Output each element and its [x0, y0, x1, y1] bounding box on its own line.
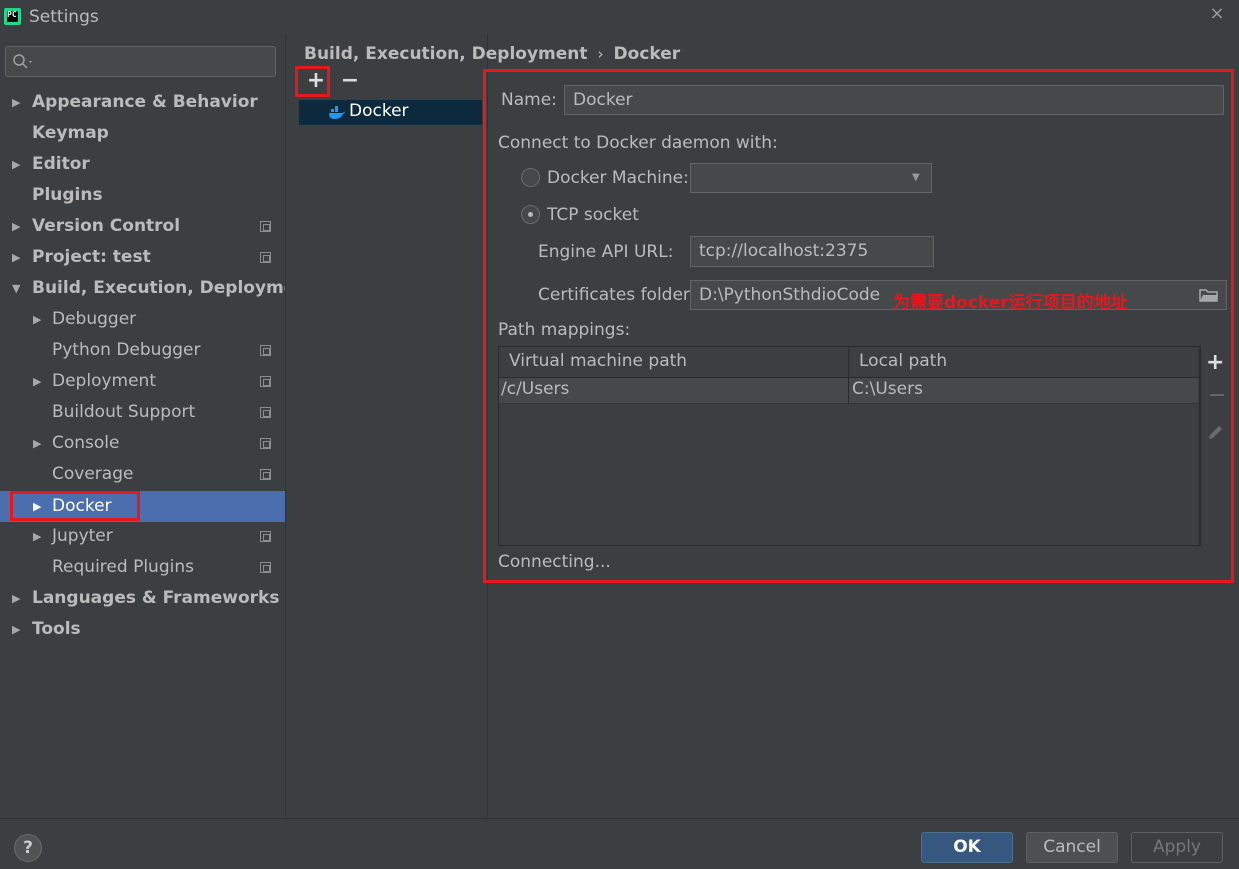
expand-arrow-icon[interactable]: ▶ — [33, 366, 41, 397]
expand-arrow-icon[interactable]: ▶ — [12, 211, 20, 242]
sidebar-item-label: Python Debugger — [52, 340, 201, 360]
title-bar — [0, 0, 1239, 34]
connect-label: Connect to Docker daemon with: — [498, 133, 778, 153]
apply-button[interactable]: Apply — [1131, 832, 1223, 863]
edit-pencil-icon[interactable] — [1206, 422, 1226, 442]
sidebar-item-coverage[interactable]: Coverage — [0, 459, 285, 490]
sidebar-item-label: Editor — [32, 154, 90, 174]
expand-arrow-icon[interactable]: ▶ — [12, 149, 20, 180]
help-button[interactable]: ? — [14, 834, 42, 862]
sidebar-item-editor[interactable]: ▶ Editor — [0, 149, 285, 180]
certificates-label: Certificates folder: — [538, 285, 696, 305]
project-level-icon — [260, 438, 271, 449]
docker-whale-icon — [329, 106, 345, 119]
window-title: Settings — [29, 7, 99, 27]
tcp-socket-label: TCP socket — [547, 205, 639, 225]
path-mappings-label: Path mappings: — [498, 320, 631, 340]
sidebar-item-label: Plugins — [32, 185, 103, 205]
docker-machine-radio[interactable] — [521, 168, 540, 187]
folder-icon[interactable] — [1199, 287, 1219, 303]
sidebar-item-label: Console — [52, 433, 120, 453]
sidebar-item-buildout-support[interactable]: Buildout Support — [0, 397, 285, 428]
docker-list-item-label: Docker — [349, 101, 409, 121]
project-level-icon — [260, 252, 271, 263]
sidebar-item-languages-frameworks[interactable]: ▶ Languages & Frameworks — [0, 583, 285, 614]
ok-button[interactable]: OK — [921, 832, 1013, 863]
sidebar-item-label: Version Control — [32, 216, 181, 236]
connection-status: Connecting... — [498, 552, 611, 572]
column-divider — [848, 347, 849, 403]
sidebar-item-keymap[interactable]: Keymap — [0, 118, 285, 149]
sidebar-item-label: Languages & Frameworks — [32, 588, 280, 608]
expand-arrow-icon[interactable]: ▶ — [33, 304, 41, 335]
sidebar-item-label: Deployment — [52, 371, 156, 391]
cancel-button[interactable]: Cancel — [1026, 832, 1118, 863]
sidebar-item-label: Tools — [32, 619, 81, 639]
sidebar-item-build-execution-deployment[interactable]: ▼ Build, Execution, Deployment — [0, 273, 316, 304]
project-level-icon — [260, 562, 271, 573]
project-level-icon — [260, 469, 271, 480]
add-mapping-button[interactable]: + — [1206, 350, 1224, 375]
docker-machine-select[interactable] — [690, 163, 932, 193]
collapse-arrow-icon[interactable]: ▼ — [12, 273, 20, 304]
table-toolbar — [1200, 346, 1230, 546]
breadcrumb-parent[interactable]: Build, Execution, Deployment — [304, 44, 588, 64]
expand-arrow-icon[interactable]: ▶ — [12, 614, 20, 645]
sidebar-item-label: Buildout Support — [52, 402, 196, 422]
sidebar-item-required-plugins[interactable]: Required Plugins — [0, 552, 285, 583]
docker-highlight-box — [10, 491, 140, 521]
project-level-icon — [260, 345, 271, 356]
remove-mapping-button[interactable]: − — [1208, 383, 1226, 408]
sidebar-item-appearance[interactable]: ▶ Appearance & Behavior — [0, 87, 285, 118]
name-label: Name: — [501, 90, 557, 110]
tcp-socket-radio[interactable] — [521, 205, 540, 224]
breadcrumb-separator-icon: › — [597, 45, 604, 63]
search-icon — [13, 54, 32, 69]
engine-api-label: Engine API URL: — [538, 242, 674, 262]
sidebar-item-project[interactable]: ▶ Project: test — [0, 242, 285, 273]
sidebar-item-console[interactable]: ▶ Console — [0, 428, 285, 459]
engine-api-url-field[interactable]: tcp://localhost:2375 — [690, 236, 934, 267]
chevron-down-icon: ▼ — [912, 172, 920, 183]
expand-arrow-icon[interactable]: ▶ — [12, 242, 20, 273]
close-button[interactable]: × — [1207, 3, 1227, 27]
expand-arrow-icon[interactable]: ▶ — [33, 428, 41, 459]
search-input[interactable] — [5, 46, 276, 77]
sidebar-item-tools[interactable]: ▶ Tools — [0, 614, 285, 645]
sidebar-item-jupyter[interactable]: ▶ Jupyter — [0, 521, 285, 552]
project-level-icon — [260, 221, 271, 232]
cell-local-path[interactable]: C:\Users — [852, 379, 923, 399]
expand-arrow-icon[interactable]: ▶ — [33, 521, 41, 552]
sidebar-item-debugger[interactable]: ▶ Debugger — [0, 304, 285, 335]
sidebar-item-label: Project: test — [32, 247, 151, 267]
annotation-text: 为需要docker运行项目的地址 — [893, 293, 1128, 313]
sidebar-item-label: Required Plugins — [52, 557, 194, 577]
docker-machine-label: Docker Machine: — [547, 168, 689, 188]
expand-arrow-icon[interactable]: ▶ — [12, 583, 20, 614]
sidebar-item-label: Build, Execution, Deployment — [32, 278, 316, 298]
breadcrumb: Build, Execution, Deployment › Docker — [304, 44, 680, 64]
sidebar-item-label: Keymap — [32, 123, 109, 143]
pycharm-logo-icon: PC — [4, 8, 21, 25]
add-highlight-box — [295, 66, 330, 97]
breadcrumb-current: Docker — [613, 44, 681, 64]
sidebar-item-label: Debugger — [52, 309, 137, 329]
sidebar-item-label: Jupyter — [52, 526, 113, 546]
project-level-icon — [260, 376, 271, 387]
sidebar-item-python-debugger[interactable]: Python Debugger — [0, 335, 285, 366]
cell-virtual-machine-path[interactable]: /c/Users — [501, 379, 569, 399]
column-header-virtual-machine-path[interactable]: Virtual machine path — [509, 351, 687, 371]
sidebar-item-version-control[interactable]: ▶ Version Control — [0, 211, 285, 242]
project-level-icon — [260, 407, 271, 418]
sidebar-item-label: Coverage — [52, 464, 134, 484]
remove-docker-button[interactable]: − — [339, 70, 361, 94]
docker-list-panel — [285, 34, 488, 818]
sidebar-item-deployment[interactable]: ▶ Deployment — [0, 366, 285, 397]
project-level-icon — [260, 531, 271, 542]
column-header-local-path[interactable]: Local path — [859, 351, 947, 371]
name-field[interactable]: Docker — [564, 85, 1224, 115]
expand-arrow-icon[interactable]: ▶ — [12, 87, 20, 118]
sidebar-item-label: Appearance & Behavior — [32, 92, 258, 112]
sidebar-item-plugins[interactable]: Plugins — [0, 180, 285, 211]
